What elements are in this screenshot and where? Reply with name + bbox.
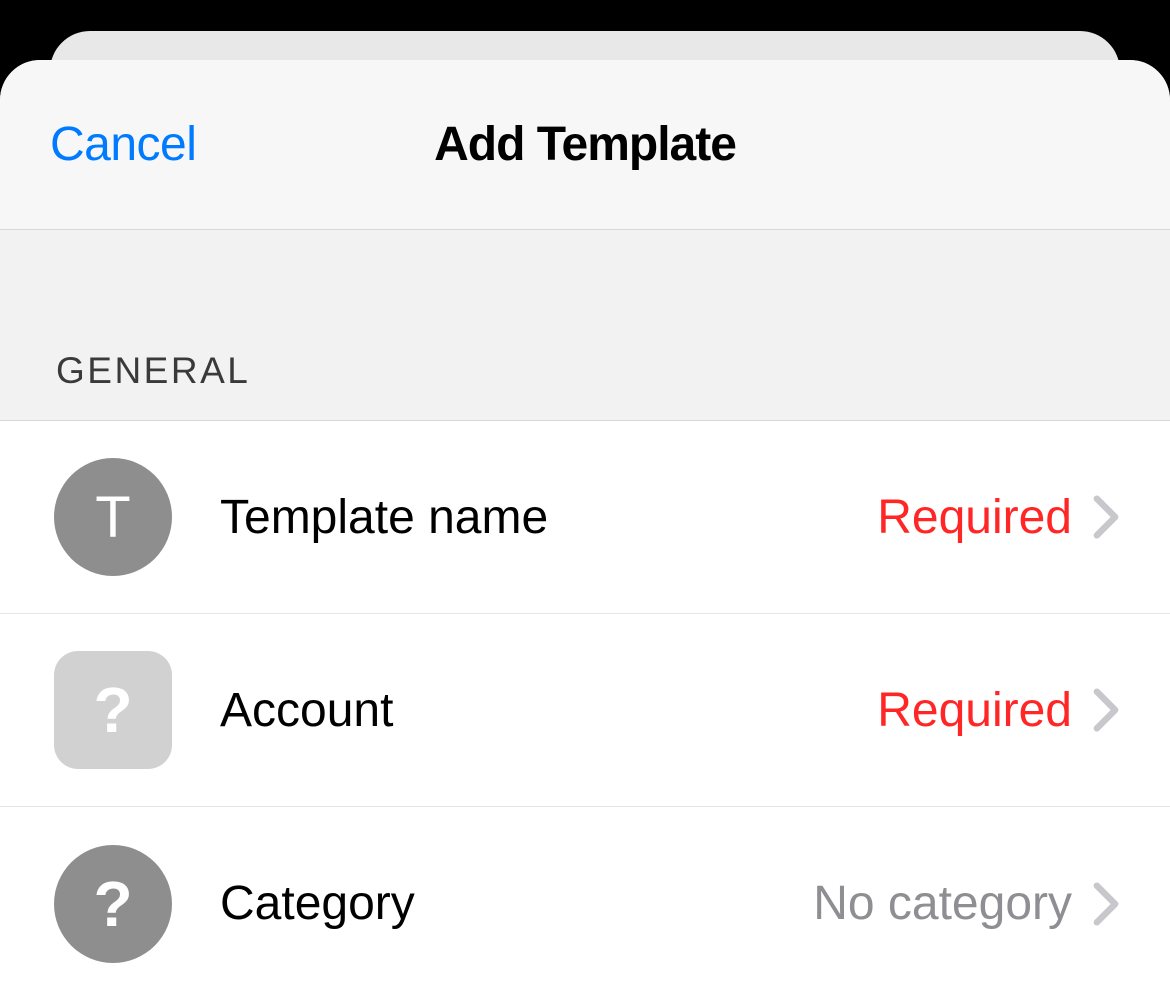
category-label: Category <box>220 876 813 931</box>
page-title: Add Template <box>434 117 736 172</box>
navigation-bar: Cancel Add Template <box>0 60 1170 230</box>
cancel-button[interactable]: Cancel <box>50 117 196 172</box>
modal-sheet: Cancel Add Template GENERAL T Template n… <box>0 60 1170 984</box>
template-name-row[interactable]: T Template name Required <box>0 421 1170 614</box>
template-icon: T <box>54 458 172 576</box>
account-value: Required <box>877 683 1072 738</box>
chevron-right-icon <box>1092 882 1120 926</box>
content-area: GENERAL T Template name Required ? Accou… <box>0 230 1170 984</box>
account-icon: ? <box>54 651 172 769</box>
template-icon-letter: T <box>95 484 130 551</box>
template-name-value: Required <box>877 490 1072 545</box>
general-list: T Template name Required ? Account Requi… <box>0 420 1170 984</box>
category-row[interactable]: ? Category No category <box>0 807 1170 984</box>
account-icon-letter: ? <box>93 673 132 747</box>
chevron-right-icon <box>1092 495 1120 539</box>
category-icon: ? <box>54 845 172 963</box>
category-value: No category <box>813 876 1072 931</box>
category-icon-letter: ? <box>93 867 132 941</box>
account-label: Account <box>220 683 877 738</box>
section-header-general: GENERAL <box>0 230 1170 420</box>
template-name-label: Template name <box>220 490 877 545</box>
account-row[interactable]: ? Account Required <box>0 614 1170 807</box>
chevron-right-icon <box>1092 688 1120 732</box>
